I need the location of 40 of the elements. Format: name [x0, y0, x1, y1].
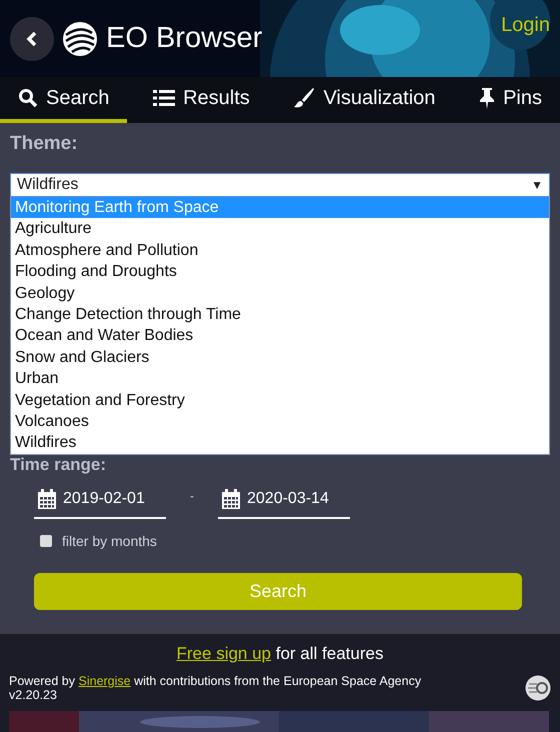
brush-icon	[293, 87, 316, 109]
date-separator: -	[190, 488, 194, 503]
sinergise-link[interactable]: Sinergise	[78, 674, 131, 688]
logo-icon	[62, 20, 98, 56]
theme-option[interactable]: Snow and Glaciers	[11, 346, 549, 368]
theme-dropdown[interactable]: Wildfires ▼	[10, 173, 550, 197]
calendar-icon	[38, 488, 56, 509]
start-date-field[interactable]: 2019-02-01	[34, 488, 166, 519]
calendar-icon	[222, 488, 240, 509]
theme-option[interactable]: Atmosphere and Pollution	[11, 240, 549, 262]
theme-option[interactable]: Flooding and Droughts	[11, 261, 549, 283]
signup-text: for all features	[276, 644, 384, 663]
tab[interactable]: Search	[0, 77, 128, 123]
powered-by-text: Powered by	[9, 674, 76, 688]
theme-label: Theme:	[10, 133, 79, 155]
checkbox[interactable]	[40, 534, 52, 547]
theme-option[interactable]: Urban	[11, 368, 549, 390]
theme-option[interactable]: Geology	[11, 282, 549, 304]
filter-by-months-label: filter by months	[62, 532, 157, 549]
theme-option[interactable]: Volcanoes	[11, 410, 549, 432]
app-title: EO Browser	[106, 22, 262, 55]
pin-icon	[479, 87, 496, 109]
time-range-label: Time range:	[10, 454, 108, 475]
theme-option[interactable]: Agriculture	[11, 218, 549, 240]
dropdown-arrow-icon: ▼	[531, 178, 543, 192]
free-sign-up-link[interactable]: Free sign up	[176, 644, 272, 663]
theme-option[interactable]: Change Detection through Time	[11, 304, 549, 326]
chevron-left-icon	[25, 30, 39, 46]
tab[interactable]: Visualization	[275, 77, 454, 123]
agency-logo-icon	[525, 675, 551, 701]
list-icon	[153, 89, 176, 107]
theme-option[interactable]: Wildfires	[11, 432, 549, 454]
tab[interactable]: Pins	[461, 77, 560, 123]
version-text: v2.20.23	[9, 688, 58, 702]
contributions-text: with contributions from the European Space Agency	[134, 674, 422, 688]
tab[interactable]: Results	[135, 77, 268, 123]
theme-option[interactable]: Ocean and Water Bodies	[11, 325, 549, 347]
search-icon	[18, 88, 38, 108]
theme-option[interactable]: Vegetation and Forestry	[11, 390, 549, 411]
end-date-field[interactable]: 2020-03-14	[218, 488, 350, 519]
